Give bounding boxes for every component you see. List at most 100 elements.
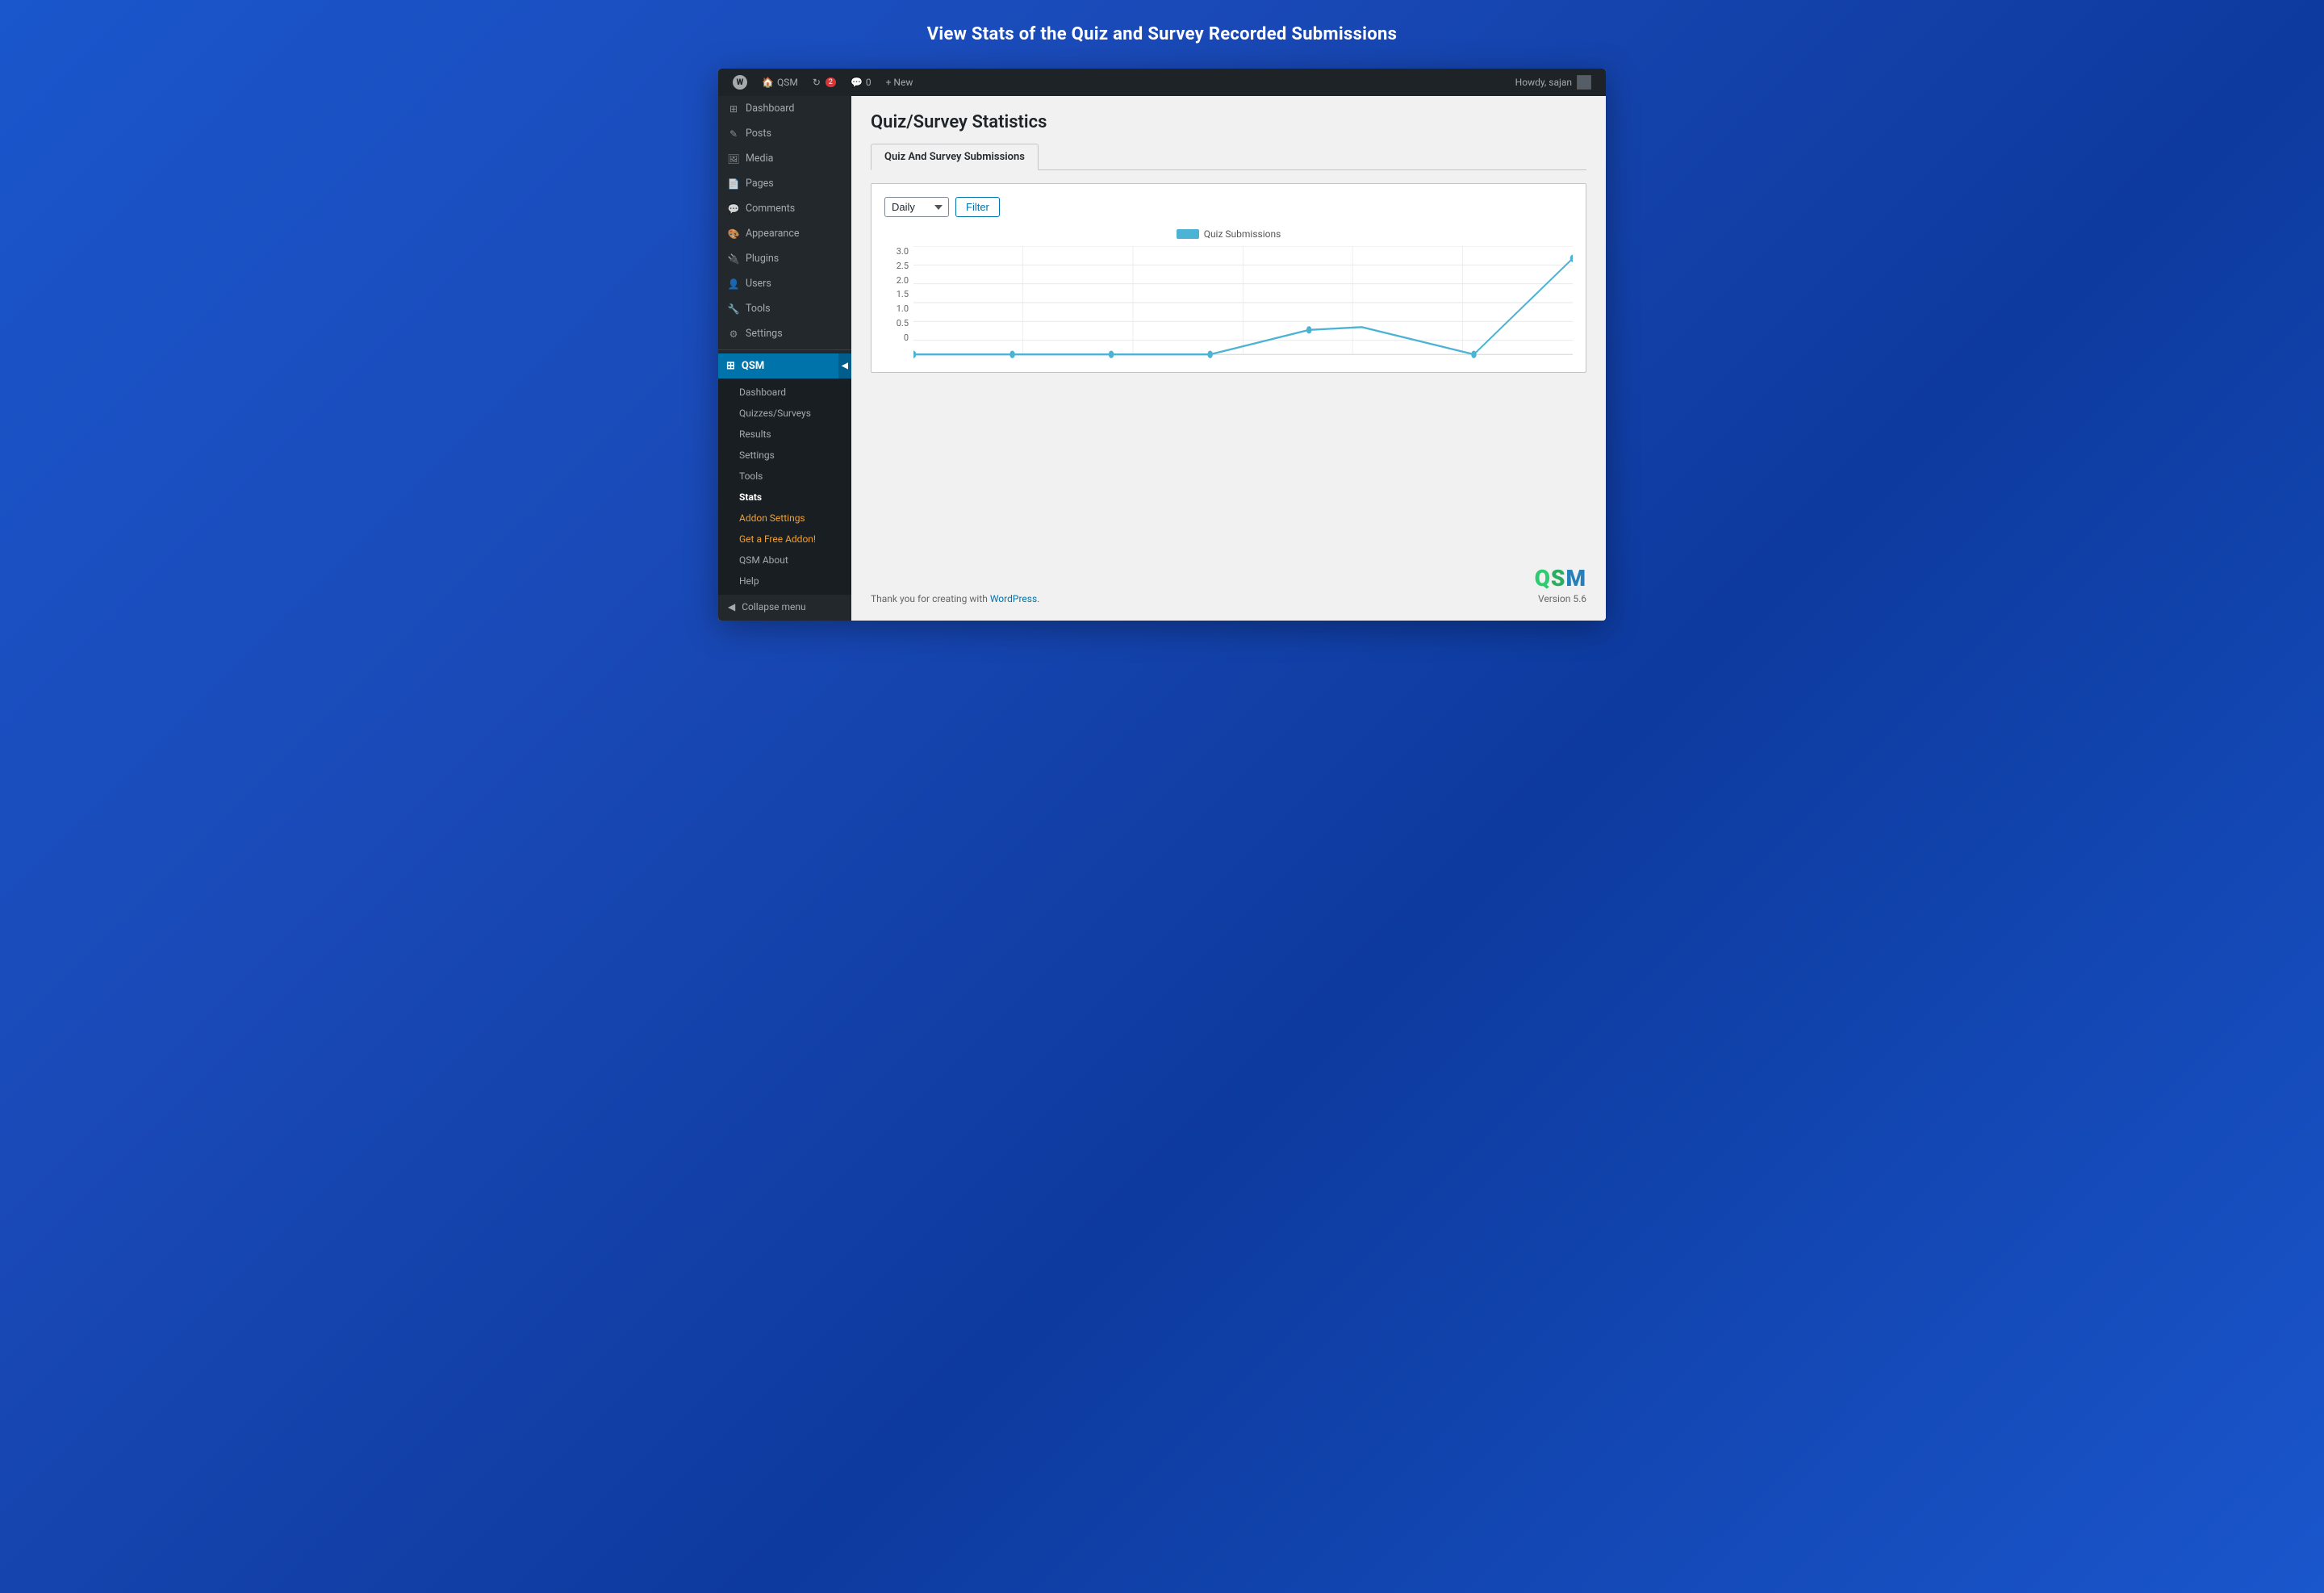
- updates-button[interactable]: ↻ 2: [806, 69, 842, 96]
- comments-button[interactable]: 💬 0: [844, 69, 878, 96]
- howdy-text: Howdy, sajan: [1515, 77, 1572, 88]
- sidebar-submenu-dashboard[interactable]: Dashboard: [718, 382, 851, 403]
- sidebar-item-settings[interactable]: ⚙ Settings: [718, 321, 851, 346]
- comments-icon: 💬: [728, 203, 739, 215]
- sidebar-item-media[interactable]: 🖼 Media: [718, 146, 851, 171]
- sidebar-submenu-tools[interactable]: Tools: [718, 466, 851, 487]
- qsm-header-icon: ⊞: [726, 360, 735, 372]
- y-label-4: 1.0: [897, 303, 909, 314]
- filter-button[interactable]: Filter: [955, 197, 1000, 217]
- updates-icon: ↻: [813, 77, 821, 88]
- home-icon: 🏠: [762, 77, 774, 88]
- sidebar-item-label: Settings: [746, 328, 783, 340]
- dashboard-icon: ⊞: [728, 103, 739, 115]
- filter-select[interactable]: Daily Weekly Monthly: [884, 197, 949, 217]
- pages-icon: 📄: [728, 178, 739, 190]
- chart-container: Daily Weekly Monthly Filter Quiz Submiss…: [871, 183, 1586, 373]
- new-content-button[interactable]: + New: [880, 69, 920, 96]
- qsm-m-letter: M: [1565, 565, 1586, 592]
- footer-text: Thank you for creating with WordPress.: [871, 593, 1039, 604]
- collapse-label: Collapse menu: [742, 601, 805, 613]
- plugins-icon: 🔌: [728, 253, 739, 265]
- sidebar-submenu-quizzes[interactable]: Quizzes/Surveys: [718, 403, 851, 424]
- sidebar-item-label: Posts: [746, 128, 771, 140]
- main-content: Quiz/Survey Statistics Quiz And Survey S…: [851, 96, 1606, 621]
- chart-svg: [913, 246, 1573, 359]
- admin-bar: W 🏠 QSM ↻ 2 💬 0 + New Howdy, sajan: [718, 69, 1606, 96]
- tools-icon: 🔧: [728, 303, 739, 315]
- updates-badge: 2: [826, 77, 836, 87]
- y-label-1: 2.5: [897, 261, 909, 271]
- settings-icon: ⚙: [728, 328, 739, 340]
- comments-icon: 💬: [851, 77, 863, 88]
- sidebar-item-dashboard[interactable]: ⊞ Dashboard: [718, 96, 851, 121]
- sidebar-item-appearance[interactable]: 🎨 Appearance: [718, 221, 851, 246]
- site-name-button[interactable]: 🏠 QSM: [755, 69, 805, 96]
- legend-label: Quiz Submissions: [1204, 228, 1281, 240]
- chart-controls: Daily Weekly Monthly Filter: [884, 197, 1573, 217]
- chart-wrapper: 3.0 2.5 2.0 1.5 1.0 0.5 0: [884, 246, 1573, 359]
- collapse-icon: ◀: [728, 601, 735, 613]
- media-icon: 🖼: [728, 153, 739, 165]
- sidebar-item-pages[interactable]: 📄 Pages: [718, 171, 851, 196]
- sidebar-item-users[interactable]: 👤 Users: [718, 271, 851, 296]
- sidebar-item-label: Media: [746, 153, 773, 165]
- howdy-section[interactable]: Howdy, sajan: [1509, 69, 1598, 96]
- collapse-menu-button[interactable]: ◀ Collapse menu: [718, 595, 851, 619]
- sidebar-item-label: Pages: [746, 178, 774, 190]
- legend-color: [1177, 229, 1199, 239]
- wp-window: W 🏠 QSM ↻ 2 💬 0 + New Howdy, sajan: [718, 69, 1606, 621]
- chart-area: [913, 246, 1573, 359]
- sidebar-item-comments[interactable]: 💬 Comments: [718, 196, 851, 221]
- wp-body: ⊞ Dashboard ✎ Posts 🖼 Media 📄 Pages 💬 Co…: [718, 96, 1606, 621]
- sidebar-item-label: Tools: [746, 303, 771, 315]
- admin-bar-right: Howdy, sajan: [1509, 69, 1598, 96]
- new-label: + New: [886, 77, 913, 88]
- version-text: Version 5.6: [1538, 593, 1586, 604]
- sidebar-submenu-about[interactable]: QSM About: [718, 550, 851, 571]
- y-label-5: 0.5: [897, 318, 909, 328]
- sidebar-item-posts[interactable]: ✎ Posts: [718, 121, 851, 146]
- wp-logo-button[interactable]: W: [726, 69, 754, 96]
- page-title: Quiz/Survey Statistics: [871, 112, 1586, 132]
- y-label-2: 2.0: [897, 275, 909, 286]
- qsm-q-letter: Q: [1535, 565, 1551, 592]
- sidebar-item-tools[interactable]: 🔧 Tools: [718, 296, 851, 321]
- sidebar-item-label: Comments: [746, 203, 795, 215]
- avatar: [1577, 75, 1591, 90]
- sidebar-submenu-settings[interactable]: Settings: [718, 445, 851, 466]
- sidebar: ⊞ Dashboard ✎ Posts 🖼 Media 📄 Pages 💬 Co…: [718, 96, 851, 621]
- footer-right: QSM Version 5.6: [1535, 565, 1586, 604]
- sidebar-divider: [718, 349, 851, 350]
- sidebar-item-label: Users: [746, 278, 771, 290]
- tab-submissions[interactable]: Quiz And Survey Submissions: [871, 144, 1039, 170]
- sidebar-submenu-addon[interactable]: Addon Settings: [718, 508, 851, 529]
- sidebar-item-label: Dashboard: [746, 102, 794, 115]
- qsm-header-label: QSM: [742, 360, 764, 372]
- sidebar-submenu-stats[interactable]: Stats: [718, 487, 851, 508]
- users-icon: 👤: [728, 278, 739, 290]
- wp-link[interactable]: WordPress: [990, 593, 1037, 604]
- y-label-3: 1.5: [897, 289, 909, 299]
- comments-count: 0: [866, 77, 872, 88]
- chart-y-axis: 3.0 2.5 2.0 1.5 1.0 0.5 0: [884, 246, 913, 343]
- appearance-icon: 🎨: [728, 228, 739, 240]
- footer-bar: Thank you for creating with WordPress. Q…: [871, 549, 1586, 604]
- y-label-0: 3.0: [897, 246, 909, 257]
- y-label-6: 0: [904, 332, 909, 343]
- chart-legend: Quiz Submissions: [884, 228, 1573, 240]
- sidebar-submenu: Dashboard Quizzes/Surveys Results Settin…: [718, 378, 851, 595]
- admin-bar-left: W 🏠 QSM ↻ 2 💬 0 + New: [726, 69, 1506, 96]
- sidebar-item-label: Appearance: [746, 228, 800, 240]
- site-name-label: QSM: [777, 77, 798, 88]
- qsm-arrow-icon: ◀: [838, 353, 851, 378]
- sidebar-submenu-results[interactable]: Results: [718, 424, 851, 445]
- tabs-row: Quiz And Survey Submissions: [871, 144, 1586, 170]
- page-headline: View Stats of the Quiz and Survey Record…: [927, 24, 1398, 44]
- wp-logo-icon: W: [733, 75, 747, 90]
- sidebar-item-label: Plugins: [746, 253, 779, 265]
- sidebar-qsm-header[interactable]: ⊞ QSM ◀: [718, 353, 851, 378]
- sidebar-submenu-help[interactable]: Help: [718, 571, 851, 592]
- sidebar-submenu-free-addon[interactable]: Get a Free Addon!: [718, 529, 851, 550]
- sidebar-item-plugins[interactable]: 🔌 Plugins: [718, 246, 851, 271]
